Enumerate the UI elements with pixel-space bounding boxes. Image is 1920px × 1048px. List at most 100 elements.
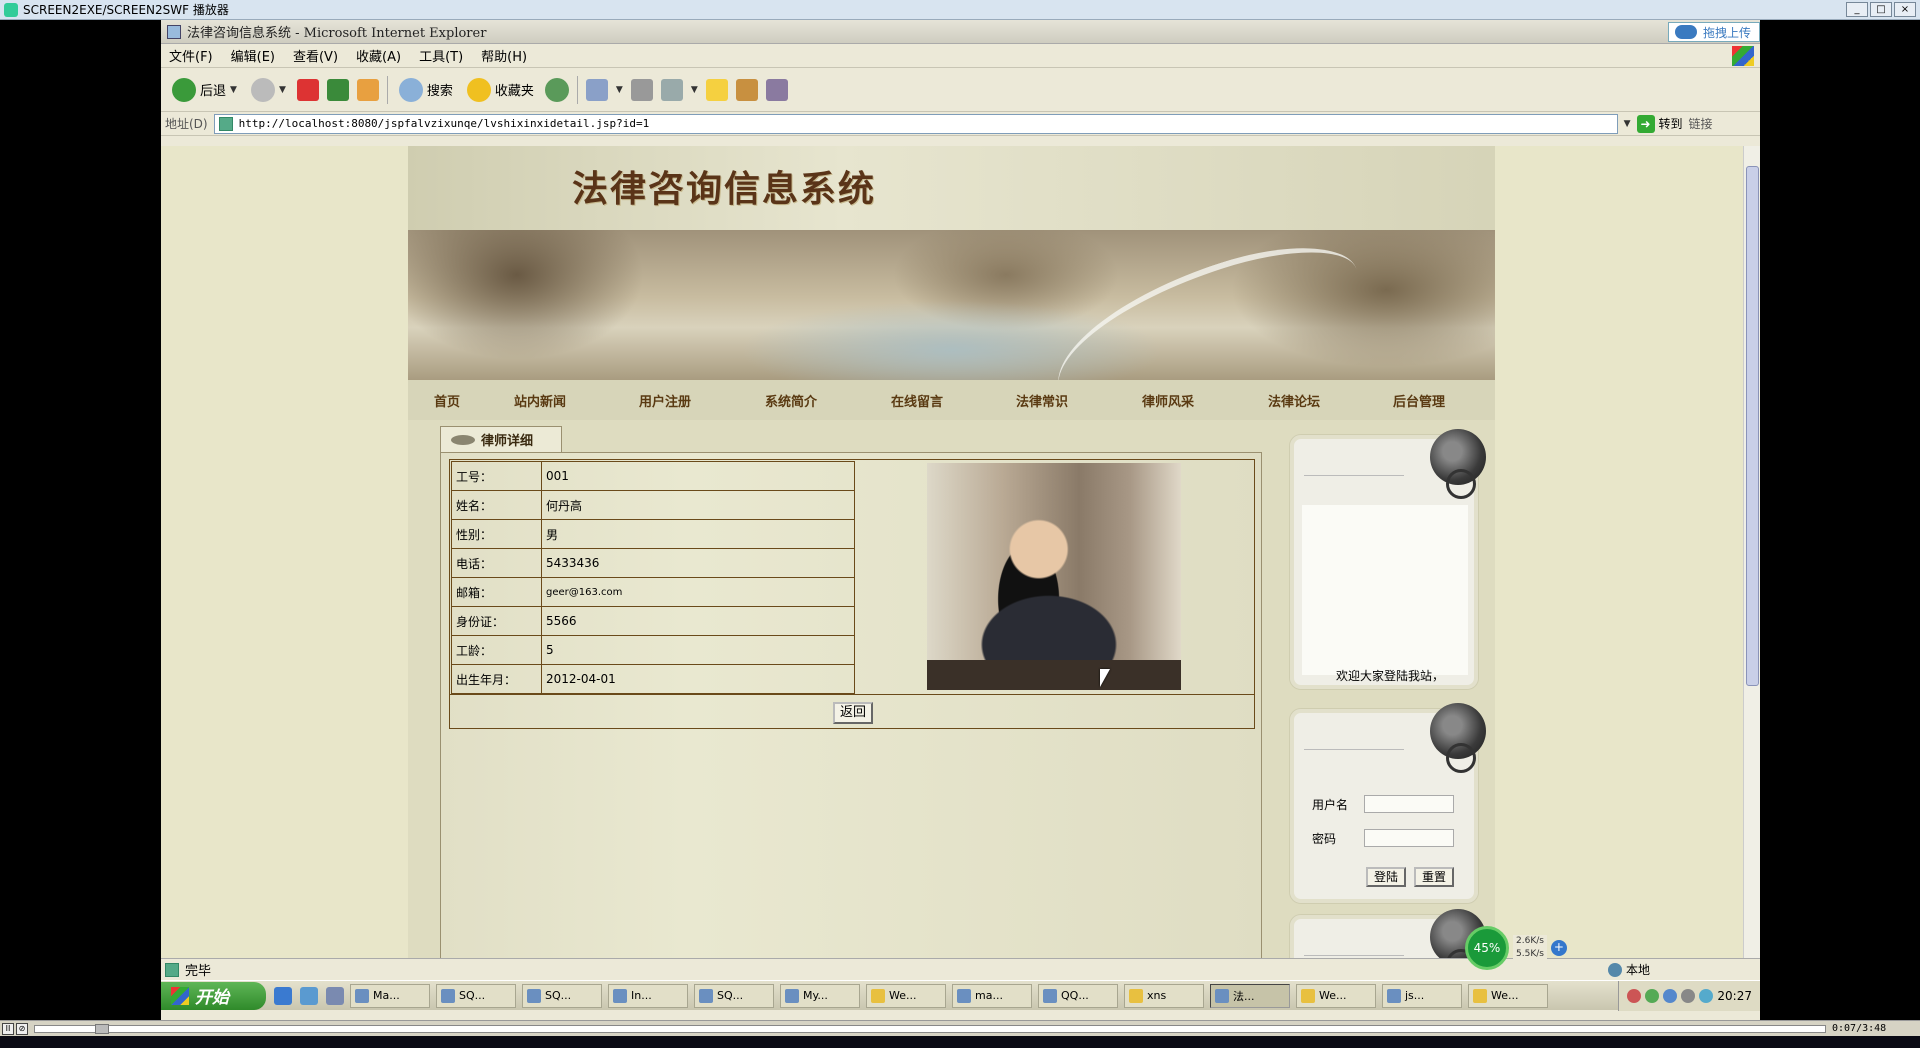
password-input[interactable] bbox=[1364, 829, 1454, 847]
app-icon bbox=[355, 988, 369, 1003]
reset-button[interactable]: 重置 bbox=[1414, 867, 1454, 887]
taskbar-item[interactable]: ma... bbox=[952, 983, 1032, 1008]
url-dropdown-icon[interactable]: ▼ bbox=[1624, 119, 1631, 129]
taskbar-item-label: js... bbox=[1405, 989, 1425, 1002]
nav-legal-knowledge[interactable]: 法律常识 bbox=[1016, 391, 1142, 410]
research-icon[interactable] bbox=[735, 78, 758, 101]
player-close-button[interactable]: × bbox=[1894, 2, 1916, 17]
menu-help[interactable]: 帮助(H) bbox=[481, 46, 527, 65]
menu-tools[interactable]: 工具(T) bbox=[419, 46, 463, 65]
nav-news[interactable]: 站内新闻 bbox=[514, 391, 639, 410]
address-label: 地址(D) bbox=[165, 117, 208, 131]
app-icon bbox=[441, 988, 455, 1003]
player-window-controls: _ □ × bbox=[1846, 2, 1916, 17]
taskbar-item-label: We... bbox=[889, 989, 917, 1002]
go-button[interactable]: ➜ 转到 bbox=[1636, 114, 1683, 133]
nav-register[interactable]: 用户注册 bbox=[639, 391, 765, 410]
player-seek-bar[interactable] bbox=[34, 1023, 1826, 1034]
field-label: 电话： bbox=[451, 548, 542, 578]
menu-favorites[interactable]: 收藏(A) bbox=[356, 46, 401, 65]
taskbar-item[interactable]: Ma... bbox=[350, 983, 430, 1008]
mail-dropdown-icon[interactable]: ▼ bbox=[616, 85, 623, 95]
player-minimize-button[interactable]: _ bbox=[1846, 2, 1868, 17]
desktop-quicklaunch-icon[interactable] bbox=[300, 986, 318, 1005]
nav-lawyers[interactable]: 律师风采 bbox=[1142, 391, 1268, 410]
taskbar-item[interactable]: We... bbox=[866, 983, 946, 1008]
forward-button[interactable]: ▼ bbox=[248, 74, 289, 106]
toolbar-separator bbox=[576, 75, 578, 104]
menu-view[interactable]: 查看(V) bbox=[293, 46, 338, 65]
start-button[interactable]: 开始 bbox=[161, 981, 266, 1010]
tray-icon[interactable] bbox=[1681, 988, 1696, 1003]
menu-file[interactable]: 文件(F) bbox=[169, 46, 213, 65]
refresh-icon[interactable] bbox=[326, 78, 349, 101]
detail-divider bbox=[450, 694, 1254, 695]
media-quicklaunch-icon[interactable] bbox=[326, 986, 344, 1005]
network-speed-widget[interactable]: 45% 2.6K/s 5.5K/s + bbox=[1465, 926, 1567, 970]
search-button[interactable]: 搜索 bbox=[396, 74, 456, 106]
seek-knob[interactable] bbox=[95, 1023, 109, 1034]
upload-speed: 2.6K/s bbox=[1516, 936, 1544, 946]
edit-icon[interactable] bbox=[660, 78, 683, 101]
sidebar-box bbox=[1289, 909, 1486, 958]
taskbar-item[interactable]: SQ... bbox=[694, 983, 774, 1008]
field-label: 邮箱： bbox=[451, 577, 542, 607]
vertical-scrollbar[interactable] bbox=[1743, 146, 1760, 958]
username-input[interactable] bbox=[1364, 795, 1454, 813]
mail-icon[interactable] bbox=[585, 78, 608, 101]
tray-icon[interactable] bbox=[1699, 988, 1714, 1003]
password-label: 密码 bbox=[1312, 831, 1337, 846]
section-tab: 律师详细 bbox=[440, 426, 562, 452]
login-button[interactable]: 登陆 bbox=[1366, 867, 1406, 887]
note-icon[interactable] bbox=[705, 78, 728, 101]
pause-icon[interactable]: II bbox=[2, 1022, 14, 1035]
nav-about[interactable]: 系统简介 bbox=[765, 391, 891, 410]
edit-dropdown-icon[interactable]: ▼ bbox=[691, 85, 698, 95]
ie-title-bar: 法律咨询信息系统 - Microsoft Internet Explorer _… bbox=[161, 20, 1760, 44]
menu-edit[interactable]: 编辑(E) bbox=[231, 46, 275, 65]
box-divider bbox=[1304, 475, 1404, 476]
nav-forum[interactable]: 法律论坛 bbox=[1268, 391, 1393, 410]
field-value: geer@163.com bbox=[541, 577, 855, 607]
print-icon[interactable] bbox=[630, 78, 653, 101]
player-maximize-button[interactable]: □ bbox=[1870, 2, 1892, 17]
taskbar-item[interactable]: QQ... bbox=[1038, 983, 1118, 1008]
tray-icon[interactable] bbox=[1627, 988, 1642, 1003]
back-label: 后退 bbox=[200, 84, 227, 99]
taskbar-item[interactable]: js... bbox=[1382, 983, 1462, 1008]
taskbar-item[interactable]: We... bbox=[1296, 983, 1376, 1008]
messenger-icon[interactable] bbox=[765, 78, 788, 101]
stop-icon[interactable]: ⊘ bbox=[16, 1022, 28, 1035]
url-input[interactable]: http://localhost:8080/jspfalvzixunqe/lvs… bbox=[213, 113, 1618, 134]
forward-dropdown-icon[interactable]: ▼ bbox=[279, 85, 286, 95]
upload-button[interactable]: 拖拽上传 bbox=[1667, 22, 1760, 42]
ie-quicklaunch-icon[interactable] bbox=[274, 986, 292, 1005]
gavel-icon bbox=[451, 434, 475, 445]
home-icon[interactable] bbox=[356, 78, 379, 101]
status-text: 完毕 bbox=[185, 964, 212, 979]
download-speed: 5.5K/s bbox=[1516, 949, 1544, 959]
player-controls: II ⊘ 0:07/3:48 bbox=[0, 1020, 1920, 1036]
favorites-button[interactable]: 收藏夹 bbox=[464, 74, 537, 106]
history-icon[interactable] bbox=[544, 77, 569, 102]
stop-icon[interactable] bbox=[296, 78, 319, 101]
back-dropdown-icon[interactable]: ▼ bbox=[230, 85, 237, 95]
taskbar-item[interactable]: SQ... bbox=[436, 983, 516, 1008]
taskbar-item[interactable]: We... bbox=[1468, 983, 1548, 1008]
taskbar-item[interactable]: SQ... bbox=[522, 983, 602, 1008]
table-row: 出生年月： 2012-04-01 bbox=[451, 664, 855, 694]
scrollbar-thumb[interactable] bbox=[1746, 166, 1759, 686]
plus-icon[interactable]: + bbox=[1550, 940, 1567, 956]
back-return-button[interactable]: 返回 bbox=[833, 702, 873, 724]
nav-home[interactable]: 首页 bbox=[434, 391, 514, 410]
back-button[interactable]: 后退 ▼ bbox=[169, 74, 240, 106]
taskbar-item-active[interactable]: 法... bbox=[1210, 983, 1290, 1008]
nav-messages[interactable]: 在线留言 bbox=[891, 391, 1016, 410]
taskbar-item[interactable]: In... bbox=[608, 983, 688, 1008]
tray-icon[interactable] bbox=[1645, 988, 1660, 1003]
taskbar-item[interactable]: My... bbox=[780, 983, 860, 1008]
links-label[interactable]: 链接 bbox=[1689, 115, 1713, 132]
taskbar-item[interactable]: xns bbox=[1124, 983, 1204, 1008]
nav-admin[interactable]: 后台管理 bbox=[1393, 391, 1473, 410]
tray-icon[interactable] bbox=[1663, 988, 1678, 1003]
